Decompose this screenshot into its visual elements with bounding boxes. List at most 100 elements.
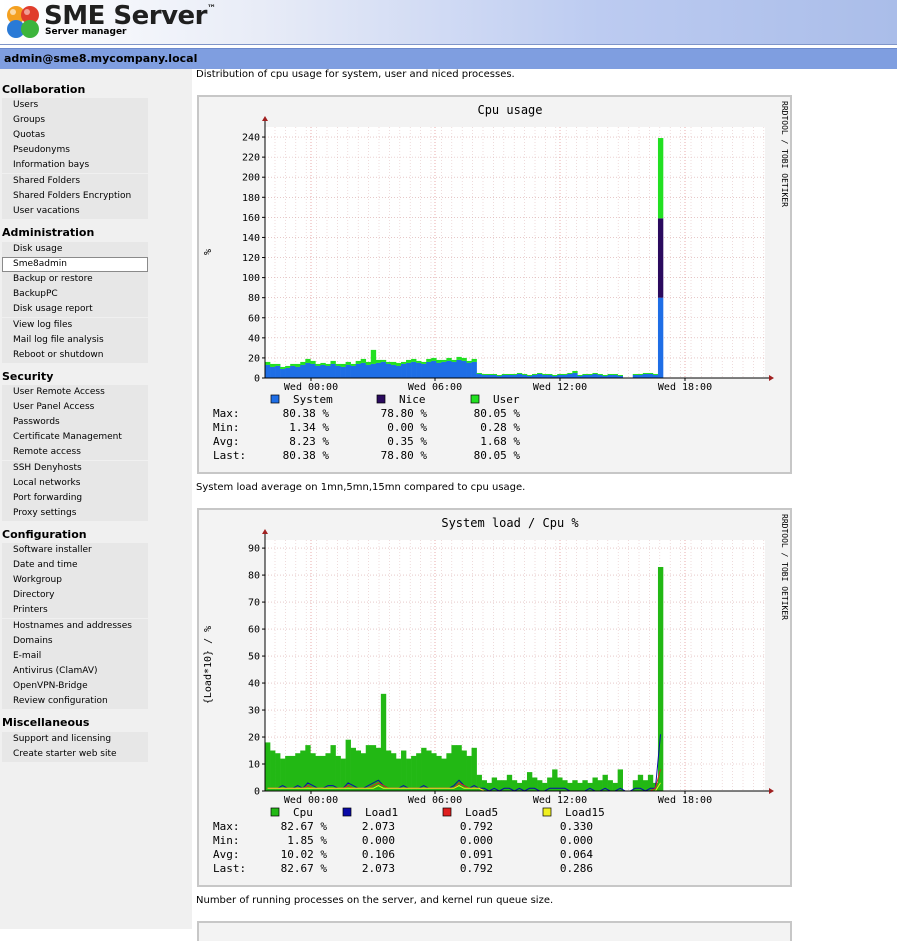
nav-item-review-configuration[interactable]: Review configuration — [2, 694, 148, 709]
user-account: admin@sme8.mycompany.local — [4, 52, 198, 65]
bar-cpu — [355, 750, 362, 791]
nav-item-local-networks[interactable]: Local networks — [2, 475, 148, 491]
nav-item-remote-access[interactable]: Remote access — [2, 445, 148, 461]
bar-user — [416, 360, 422, 363]
nav-item-backuppc[interactable]: BackupPC — [2, 287, 148, 303]
bar-user — [552, 374, 558, 376]
processes-description: Number of running processes on the serve… — [196, 895, 554, 906]
nav-heading-collaboration: Collaboration — [2, 83, 86, 96]
nav-heading-miscellaneous: Miscellaneous — [2, 716, 90, 729]
nav-item-hostnames-and-addresses[interactable]: Hostnames and addresses — [2, 618, 148, 634]
nav-item-sme8admin[interactable]: Sme8admin — [2, 257, 148, 273]
nav-item-user-vacations[interactable]: User vacations — [2, 203, 148, 219]
nav-item-date-and-time[interactable]: Date and time — [2, 558, 148, 574]
bar-system — [446, 360, 452, 378]
bar-system — [335, 365, 341, 378]
nav-item-pseudonyms[interactable]: Pseudonyms — [2, 143, 148, 159]
nav-item-passwords[interactable]: Passwords — [2, 415, 148, 431]
bar-system — [330, 363, 336, 378]
nav-item-quotas[interactable]: Quotas — [2, 128, 148, 144]
nav-item-software-installer[interactable]: Software installer — [2, 543, 148, 558]
stats-value: 0.28 % — [480, 421, 520, 434]
nav-item-disk-usage-report[interactable]: Disk usage report — [2, 302, 148, 318]
nav-item-shared-folders-encryption[interactable]: Shared Folders Encryption — [2, 188, 148, 204]
y-axis-arrow — [262, 529, 268, 534]
nav-item-shared-folders[interactable]: Shared Folders — [2, 173, 148, 189]
bar-user — [506, 373, 513, 375]
bar-cpu — [285, 755, 291, 791]
bar-user — [290, 363, 296, 366]
bar-system — [305, 362, 311, 378]
nav-item-groups[interactable]: Groups — [2, 113, 148, 129]
bar-system — [537, 373, 543, 378]
nav-item-domains[interactable]: Domains — [2, 633, 148, 649]
nav-item-user-remote-access[interactable]: User Remote Access — [2, 385, 148, 400]
y-tick-label: 20 — [248, 353, 260, 364]
bar-system — [340, 366, 346, 378]
nav-item-workgroup[interactable]: Workgroup — [2, 573, 148, 589]
bar-user — [501, 373, 508, 375]
bar-user — [602, 374, 608, 376]
nav-item-proxy-settings[interactable]: Proxy settings — [2, 505, 148, 521]
stats-value: 2.073 — [362, 862, 395, 875]
y-tick-label: 180 — [242, 193, 260, 204]
y-tick-label: 100 — [242, 273, 260, 284]
bar-system — [642, 373, 649, 378]
stats-value: 0.000 — [460, 834, 493, 847]
bar-system — [416, 362, 422, 378]
legend-swatch-system — [270, 394, 280, 404]
bar-system — [411, 361, 417, 378]
bar-user — [355, 360, 362, 364]
bar-system — [395, 365, 402, 378]
bar-cpu — [446, 753, 452, 791]
nav-item-openvpn-bridge[interactable]: OpenVPN-Bridge — [2, 678, 148, 694]
bar-system — [315, 365, 321, 378]
bar-system — [592, 373, 598, 378]
nav-item-e-mail[interactable]: E-mail — [2, 648, 148, 664]
nav-item-port-forwarding[interactable]: Port forwarding — [2, 490, 148, 506]
nav-item-information-bays[interactable]: Information bays — [2, 158, 148, 174]
bar-system — [345, 364, 351, 378]
nav-item-antivirus-clamav[interactable]: Antivirus (ClamAV) — [2, 663, 148, 679]
stats-value: 0.35 % — [387, 435, 427, 448]
bar-cpu — [335, 755, 341, 791]
y-tick-label: 120 — [242, 253, 260, 264]
nav-item-mail-log-file-analysis[interactable]: Mail log file analysis — [2, 332, 148, 348]
nav-item-users[interactable]: Users — [2, 98, 148, 113]
nav-item-reboot-or-shutdown[interactable]: Reboot or shutdown — [2, 347, 148, 363]
bar-user — [300, 361, 306, 365]
plot-area — [265, 127, 765, 378]
stats-row-label: Avg: — [213, 435, 240, 448]
nav-item-printers[interactable]: Printers — [2, 603, 148, 619]
legend-swatch-user — [470, 394, 480, 404]
nav-item-support-and-licensing[interactable]: Support and licensing — [2, 732, 148, 747]
nav-item-user-panel-access[interactable]: User Panel Access — [2, 400, 148, 416]
bar-cpu — [401, 750, 407, 791]
logo-subtitle: Server manager — [45, 27, 127, 37]
bar-user — [582, 373, 588, 375]
legend-label-nice: Nice — [399, 393, 426, 406]
y-tick-label: 60 — [248, 313, 260, 324]
nav-item-certificate-management[interactable]: Certificate Management — [2, 430, 148, 446]
bar-user — [516, 372, 523, 374]
nav-item-create-starter-web-site[interactable]: Create starter web site — [2, 747, 148, 763]
stats-value: 0.286 — [560, 862, 593, 875]
y-tick-label: 70 — [248, 598, 260, 609]
nav-item-ssh-denyhosts[interactable]: SSH Denyhosts — [2, 460, 148, 476]
nav-item-directory[interactable]: Directory — [2, 588, 148, 604]
y-tick-label: 140 — [242, 233, 260, 244]
bar-cpu — [441, 758, 447, 791]
x-tick-label: Wed 06:00 — [408, 382, 462, 393]
nav-item-disk-usage[interactable]: Disk usage — [2, 242, 148, 257]
bar-system — [431, 360, 437, 378]
bar-system — [461, 360, 467, 378]
bar-system — [280, 368, 286, 378]
bar-cpu — [471, 747, 477, 791]
bar-user — [486, 373, 493, 375]
rrdtool-watermark: RRDTOOL / TOBI OETIKER — [780, 514, 789, 620]
nav-item-backup-or-restore[interactable]: Backup or restore — [2, 272, 148, 288]
bar-system — [365, 364, 372, 378]
bar-user — [315, 363, 321, 366]
nav-item-view-log-files[interactable]: View log files — [2, 317, 148, 333]
chart-title: System load / Cpu % — [441, 516, 579, 530]
